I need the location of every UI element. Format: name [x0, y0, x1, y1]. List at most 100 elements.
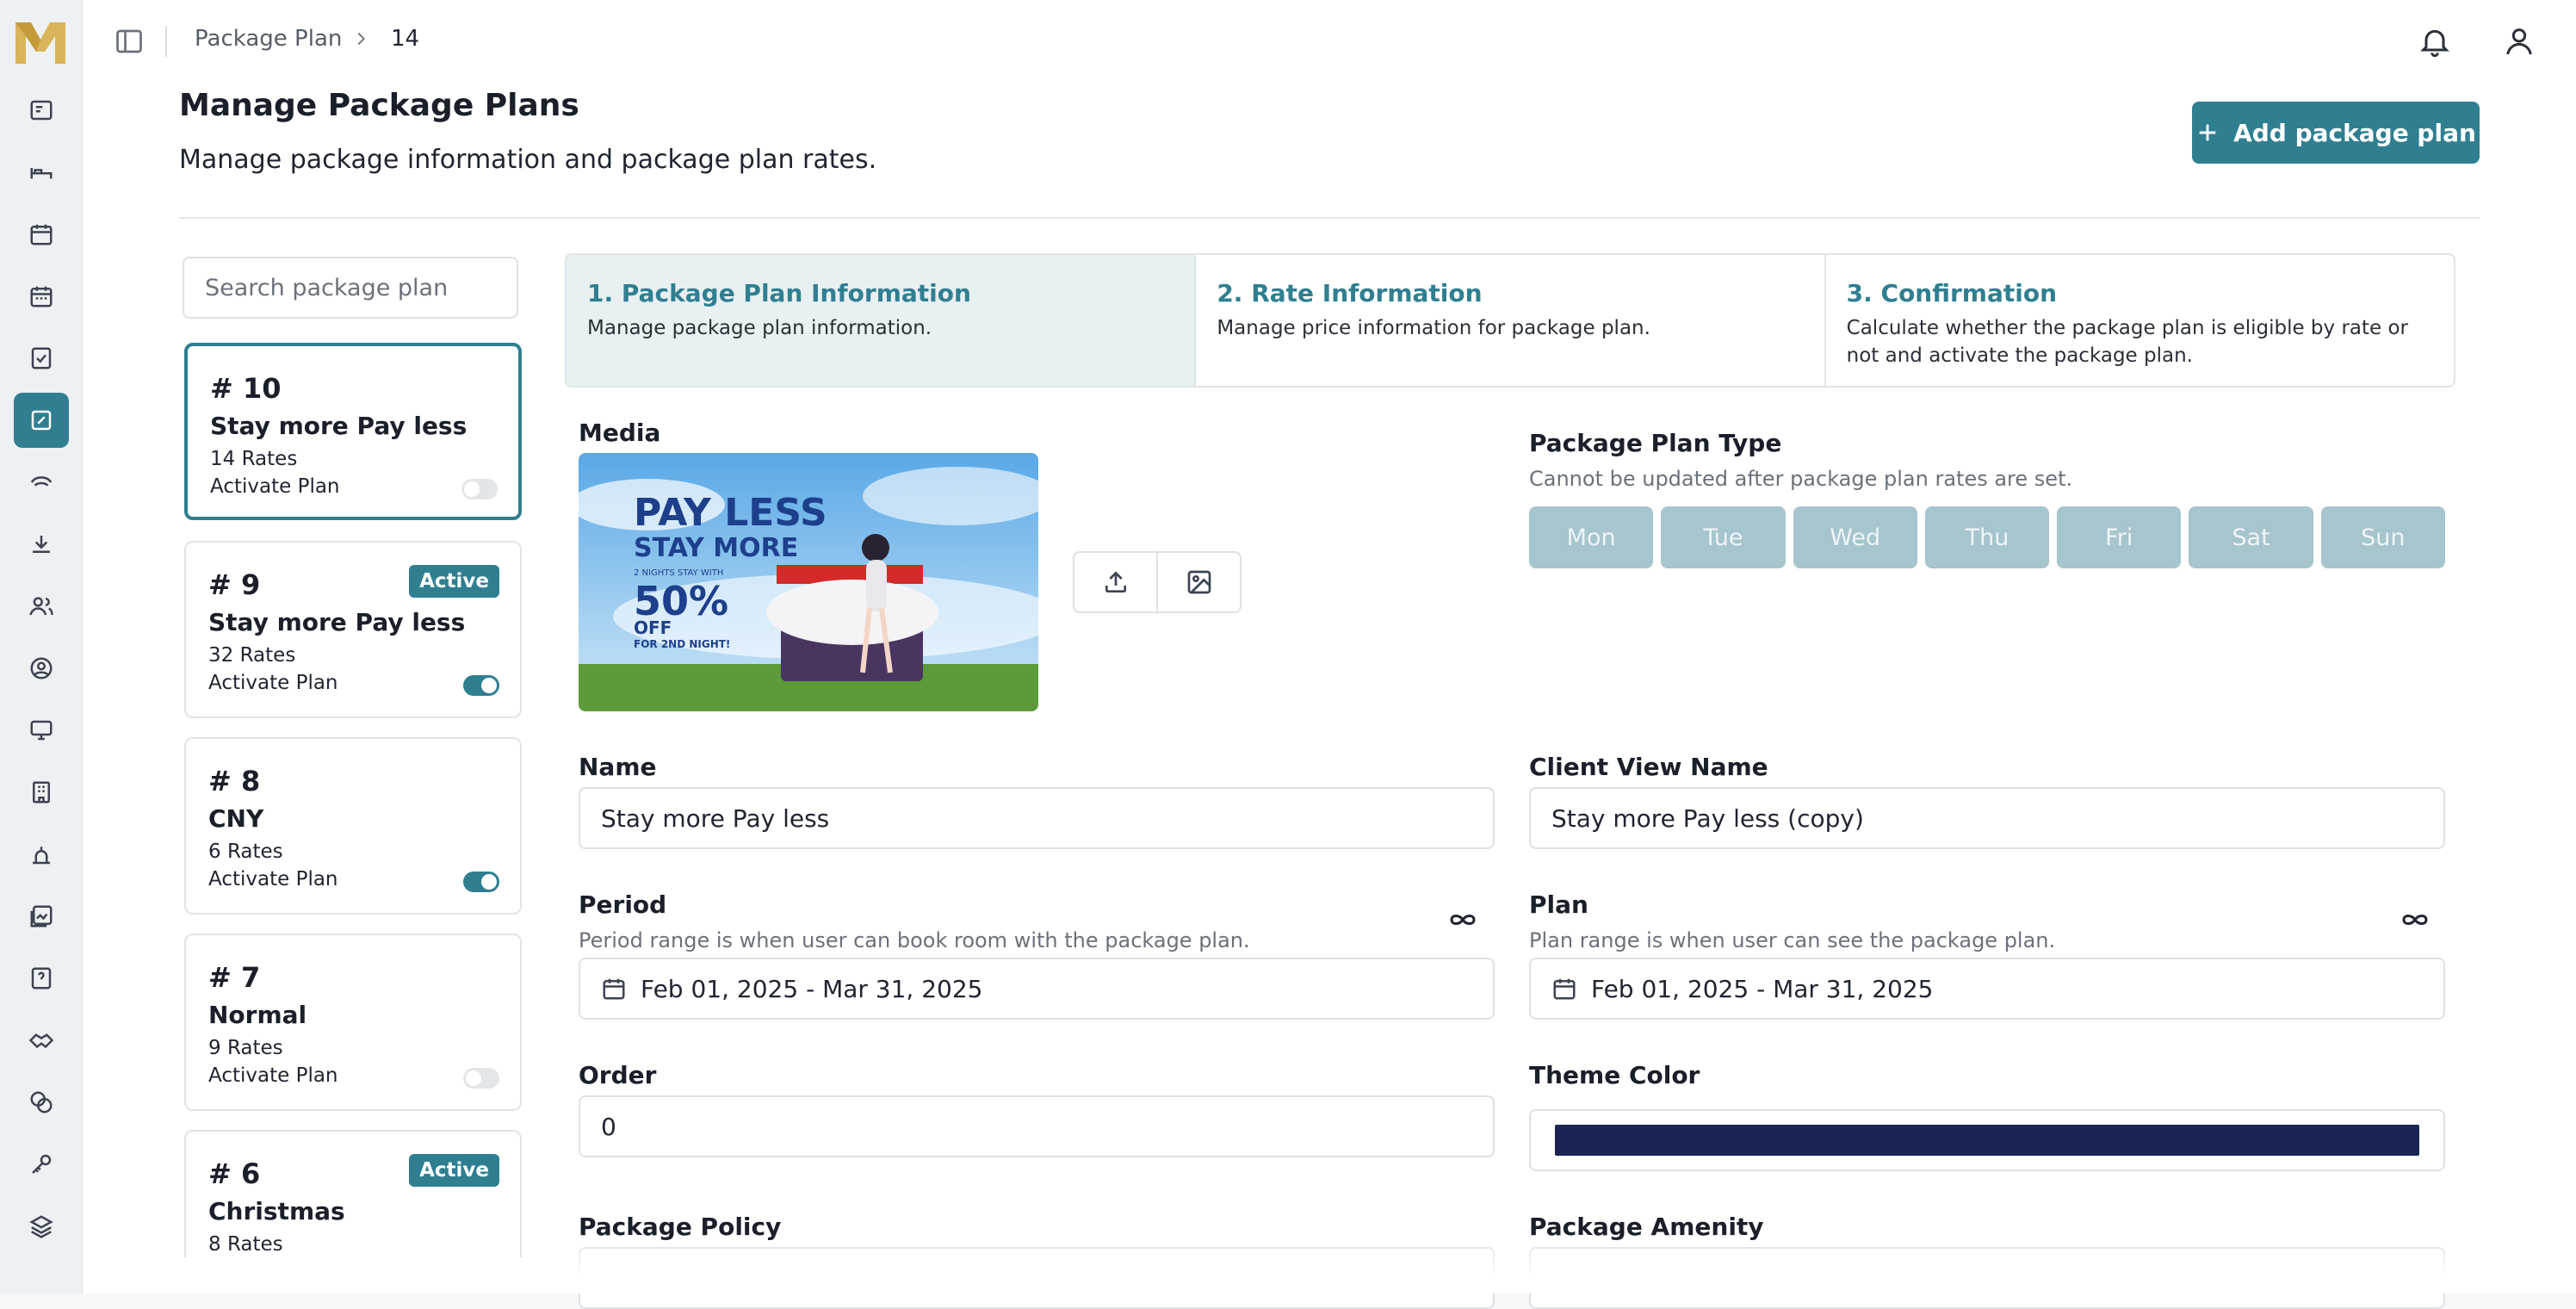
day-sat[interactable]: Sat [2189, 506, 2313, 568]
status-badge: Active [409, 565, 499, 598]
plan-date-range[interactable]: Feb 01, 2025 - Mar 31, 2025 [1529, 958, 2445, 1020]
logo-icon[interactable] [12, 17, 69, 65]
nav-calendar-days-icon[interactable] [14, 269, 69, 324]
activate-plan-label: Activate Plan [208, 1064, 338, 1087]
activate-plan-toggle[interactable] [463, 675, 499, 696]
main-panel: Package Plan 14 Manage Package Plans Man… [83, 0, 2576, 1309]
image-library-button[interactable] [1158, 553, 1240, 611]
nav-download-icon[interactable] [14, 517, 69, 572]
calendar-icon [603, 978, 625, 1000]
plan-name: CNY [208, 804, 264, 833]
period-label: Period [579, 890, 667, 919]
plan-card-9[interactable]: # 9 Active Stay more Pay less 32 Rates A… [184, 541, 522, 718]
plan-name: Christmas [208, 1197, 345, 1225]
package-amenity-label: Package Amenity [1529, 1213, 1764, 1241]
nav-dashboard-icon[interactable] [14, 83, 69, 138]
nav-service-icon[interactable] [14, 827, 69, 882]
media-image: PAY LESS STAY MORE 2 NIGHTS STAY WITH 50… [579, 453, 1038, 711]
plan-number: # 8 [208, 765, 261, 797]
top-bar: Package Plan 14 [83, 0, 2576, 83]
chevron-right-icon [357, 32, 365, 46]
name-label: Name [579, 753, 657, 781]
breadcrumb-current: 14 [391, 26, 420, 52]
calendar-icon [1553, 978, 1576, 1000]
nav-users-icon[interactable] [14, 579, 69, 634]
infinity-icon[interactable] [2399, 909, 2431, 930]
nav-monitor-icon[interactable] [14, 703, 69, 758]
nav-bed-icon[interactable] [14, 145, 69, 200]
media-label: Media [579, 419, 661, 447]
step-package-plan-information[interactable]: 1. Package Plan Information Manage packa… [567, 255, 1197, 386]
plan-card-10[interactable]: # 10 Stay more Pay less 14 Rates Activat… [184, 343, 522, 520]
bell-icon[interactable] [2418, 24, 2452, 59]
nav-handshake-icon[interactable] [14, 1013, 69, 1068]
banner-line1: PAY LESS [634, 491, 827, 535]
breadcrumb-root[interactable]: Package Plan [195, 26, 342, 52]
plan-card-8[interactable]: # 8 CNY 6 Rates Activate Plan [184, 737, 522, 915]
add-package-plan-button[interactable]: Add package plan [2192, 102, 2480, 164]
activate-plan-label: Activate Plan [210, 475, 340, 498]
day-sun[interactable]: Sun [2320, 506, 2445, 568]
add-package-plan-label: Add package plan [2233, 118, 2476, 147]
user-icon[interactable] [2502, 24, 2536, 59]
nav-calendar-icon[interactable] [14, 207, 69, 262]
page-subtitle: Manage package information and package p… [179, 145, 877, 175]
period-date-range[interactable]: Feb 01, 2025 - Mar 31, 2025 [579, 958, 1495, 1020]
plan-name: Stay more Pay less [208, 608, 466, 636]
topbar-divider [165, 26, 167, 57]
step-confirmation[interactable]: 3. Confirmation Calculate whether the pa… [1826, 255, 2454, 386]
nav-profile-icon[interactable] [14, 641, 69, 696]
client-view-name-field[interactable]: Stay more Pay less (copy) [1529, 787, 2445, 849]
day-thu[interactable]: Thu [1924, 506, 2050, 568]
plan-number: # 7 [208, 961, 261, 994]
nav-checklist-icon[interactable] [14, 331, 69, 386]
step-description: Manage price information for package pla… [1217, 317, 1650, 339]
nav-package-plan-icon[interactable] [14, 393, 69, 448]
status-badge: Active [409, 1154, 499, 1187]
search-input[interactable]: Search package plan [183, 257, 518, 319]
step-title: 3. Confirmation [1846, 279, 2058, 307]
plan-card-6[interactable]: # 6 Active Christmas 8 Rates [184, 1130, 522, 1257]
page-title: Manage Package Plans [179, 88, 579, 123]
activate-plan-label: Activate Plan [208, 672, 338, 694]
nav-discount-icon[interactable] [14, 455, 69, 510]
header-divider [179, 217, 2480, 219]
upload-button[interactable] [1074, 553, 1158, 611]
plan-number: # 6 [208, 1157, 261, 1190]
theme-color-swatch[interactable] [1555, 1125, 2419, 1156]
plus-icon [2199, 124, 2216, 141]
day-fri[interactable]: Fri [2057, 506, 2182, 568]
activate-plan-toggle[interactable] [463, 1068, 499, 1089]
nav-building-icon[interactable] [14, 765, 69, 820]
banner-foot: FOR 2ND NIGHT! [634, 638, 730, 650]
nav-help-icon[interactable] [14, 951, 69, 1006]
plan-value: Feb 01, 2025 - Mar 31, 2025 [1591, 974, 1934, 1003]
nav-coins-icon[interactable] [14, 1075, 69, 1130]
name-field[interactable]: Stay more Pay less [579, 787, 1495, 849]
activate-plan-toggle[interactable] [463, 872, 499, 892]
nav-key-icon[interactable] [14, 1137, 69, 1192]
plan-card-7[interactable]: # 7 Normal 9 Rates Activate Plan [184, 934, 522, 1111]
banner-small: 2 NIGHTS STAY WITH [634, 568, 723, 578]
plan-number: # 9 [208, 568, 261, 601]
order-label: Order [579, 1061, 657, 1089]
sidebar-toggle-icon[interactable] [114, 26, 145, 57]
client-view-name-label: Client View Name [1529, 753, 1768, 781]
nav-gallery-icon[interactable] [14, 889, 69, 944]
infinity-icon[interactable] [1446, 909, 1479, 930]
package-plan-type-hint: Cannot be updated after package plan rat… [1529, 467, 2073, 491]
banner-off: OFF [634, 617, 672, 638]
step-rate-information[interactable]: 2. Rate Information Manage price informa… [1196, 255, 1826, 386]
app-rail [0, 0, 83, 1293]
plan-rates: 6 Rates [208, 841, 283, 863]
day-tue[interactable]: Tue [1661, 506, 1786, 568]
plan-rates: 14 Rates [210, 448, 298, 470]
activate-plan-toggle[interactable] [461, 479, 498, 499]
nav-layers-icon[interactable] [14, 1199, 69, 1254]
order-field[interactable]: 0 [579, 1095, 1495, 1157]
day-mon[interactable]: Mon [1529, 506, 1654, 568]
day-wed[interactable]: Wed [1793, 506, 1917, 568]
step-description: Manage package plan information. [587, 317, 932, 339]
plan-list: # 10 Stay more Pay less 14 Rates Activat… [184, 343, 522, 1257]
plan-name: Stay more Pay less [210, 412, 468, 440]
